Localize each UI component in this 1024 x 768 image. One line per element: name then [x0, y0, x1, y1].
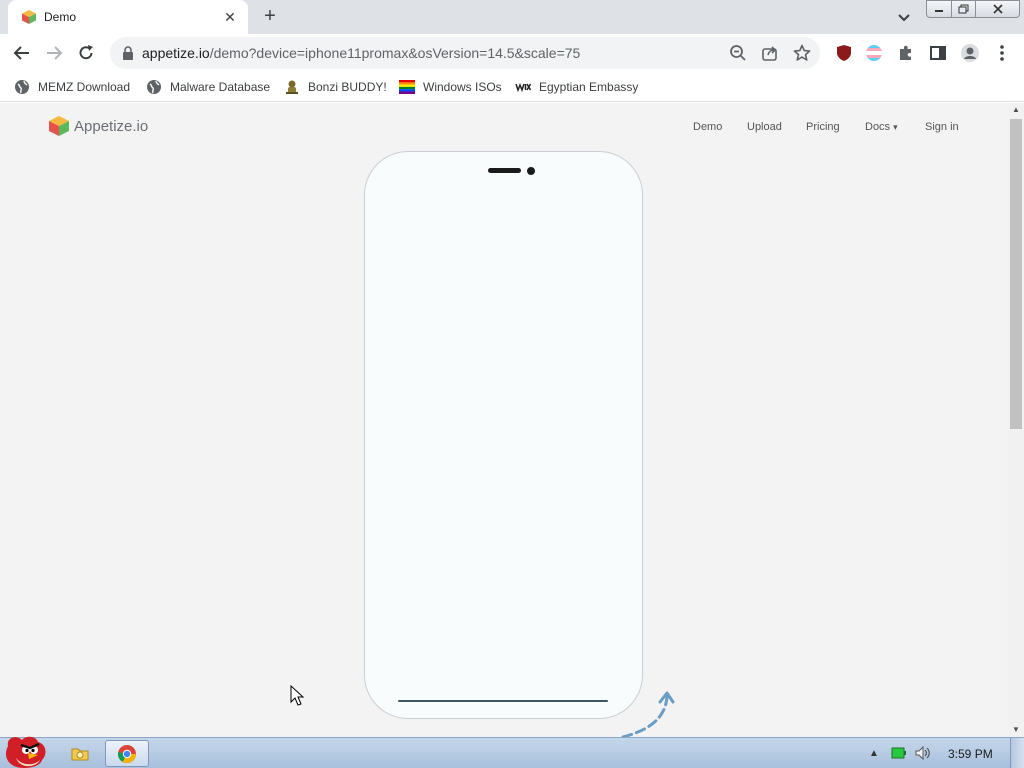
zoom-out-icon	[730, 45, 746, 61]
nav-pricing[interactable]: Pricing	[806, 121, 840, 133]
share-icon	[762, 46, 777, 61]
scroll-up-arrow-icon[interactable]: ▲	[1008, 103, 1024, 117]
bookmark-label: Windows ISOs	[423, 80, 502, 94]
trans-flag-icon	[866, 45, 882, 61]
caret-down-icon: ▾	[893, 122, 898, 132]
puzzle-icon	[900, 45, 911, 60]
scrollbar-thumb[interactable]	[1010, 119, 1022, 429]
bookmark-label: Malware Database	[170, 80, 271, 94]
address-url[interactable]: appetize.io/demo?device=iphone11promax&o…	[142, 45, 580, 61]
tab-title: Demo	[44, 10, 77, 24]
nav-demo[interactable]: Demo	[693, 121, 722, 133]
appetize-cube-icon	[49, 116, 69, 136]
side-panel-icon	[930, 46, 946, 60]
curved-arrow-icon	[621, 691, 675, 737]
url-host: appetize.io	[142, 45, 210, 61]
taskbar-chrome-button[interactable]	[105, 740, 149, 767]
tab-demo[interactable]: Demo ✕	[8, 0, 248, 34]
new-tab-button[interactable]: +	[258, 5, 282, 29]
page-viewport: Appetize.io Demo Upload Pricing Docs ▾ S…	[0, 103, 1008, 737]
mouse-cursor-icon	[290, 685, 304, 706]
minimize-icon	[935, 10, 943, 12]
windows-taskbar: ▲ 3:59 PM	[0, 736, 1024, 768]
window-controls	[926, 0, 1020, 18]
home-indicator[interactable]	[398, 700, 608, 702]
bookmark-malware-database[interactable]: Malware Database	[146, 77, 270, 97]
tab-search-chevron-icon[interactable]	[893, 6, 915, 28]
restore-button[interactable]	[952, 0, 976, 18]
appetize-favicon-icon	[22, 10, 36, 24]
tray-overflow-chevron-icon[interactable]: ▲	[867, 744, 881, 762]
taskbar-clock[interactable]: 3:59 PM	[948, 747, 993, 761]
chrome-menu-button[interactable]	[991, 42, 1013, 64]
url-path: /demo?device=iphone11promax&osVersion=14…	[209, 45, 581, 61]
minimize-button[interactable]	[926, 0, 952, 18]
star-icon	[793, 44, 811, 61]
avatar-icon	[961, 44, 979, 62]
reload-icon	[79, 45, 93, 60]
nav-upload[interactable]: Upload	[747, 121, 782, 133]
shield-icon	[837, 45, 851, 61]
bookmark-egyptian-embassy[interactable]: Egyptian Embassy	[515, 77, 638, 97]
tab-close-icon[interactable]: ✕	[220, 7, 240, 27]
kebab-menu-icon	[1000, 45, 1004, 61]
show-desktop-button[interactable]	[1010, 738, 1024, 768]
back-arrow-icon	[13, 46, 29, 60]
browser-toolbar: appetize.io/demo?device=iphone11promax&o…	[0, 34, 1024, 99]
bookmark-label: Bonzi BUDDY!	[308, 80, 387, 94]
address-bar[interactable]: appetize.io/demo?device=iphone11promax&o…	[110, 37, 820, 69]
bonzi-icon	[284, 79, 300, 95]
wix-icon	[515, 79, 531, 95]
restore-icon	[958, 4, 968, 14]
volume-icon[interactable]	[913, 744, 933, 762]
reload-button[interactable]	[72, 39, 100, 67]
nav-sign-in[interactable]: Sign in	[925, 121, 959, 133]
forward-button[interactable]	[40, 39, 68, 67]
rainbow-flag-icon	[399, 79, 415, 95]
bookmarks-bar: MEMZ Download Malware Database Bonzi BUD…	[0, 72, 1024, 102]
tab-strip: Demo ✕ +	[0, 0, 1024, 34]
logo-text: Appetize.io	[74, 117, 149, 135]
chrome-icon	[117, 744, 136, 763]
start-button-angry-bird-icon[interactable]	[2, 732, 50, 768]
bookmark-bonzi-buddy[interactable]: Bonzi BUDDY!	[284, 77, 387, 97]
close-icon	[992, 4, 1003, 14]
folder-icon	[71, 748, 89, 760]
scroll-down-arrow-icon[interactable]: ▼	[1008, 723, 1024, 737]
profile-button[interactable]	[959, 42, 981, 64]
pride-extension[interactable]	[863, 42, 885, 64]
share-button[interactable]	[760, 43, 780, 63]
forward-arrow-icon	[47, 46, 63, 60]
zoom-button[interactable]	[728, 43, 748, 63]
page-scrollbar[interactable]: ▲ ▼	[1008, 103, 1024, 737]
taskbar-explorer-button[interactable]	[58, 740, 102, 767]
bookmark-memz-download[interactable]: MEMZ Download	[14, 77, 130, 97]
device-speaker	[488, 168, 521, 173]
back-button[interactable]	[8, 39, 36, 67]
nav-docs-label: Docs	[865, 121, 891, 133]
lock-icon[interactable]	[120, 45, 136, 61]
device-camera	[527, 167, 535, 175]
side-panel-button[interactable]	[927, 42, 949, 64]
bookmark-label: Egyptian Embassy	[539, 80, 639, 94]
battery-icon[interactable]	[890, 744, 908, 762]
device-screen[interactable]	[364, 151, 643, 719]
bookmark-windows-isos[interactable]: Windows ISOs	[399, 77, 502, 97]
appetize-logo[interactable]: Appetize.io	[48, 115, 148, 137]
close-window-button[interactable]	[976, 0, 1020, 18]
bookmark-label: MEMZ Download	[38, 80, 131, 94]
globe-icon	[14, 79, 30, 95]
bookmark-star-button[interactable]	[792, 43, 812, 63]
extensions-button[interactable]	[895, 42, 917, 64]
ublock-extension[interactable]	[833, 42, 855, 64]
globe-icon	[146, 79, 162, 95]
nav-docs[interactable]: Docs ▾	[865, 121, 898, 133]
